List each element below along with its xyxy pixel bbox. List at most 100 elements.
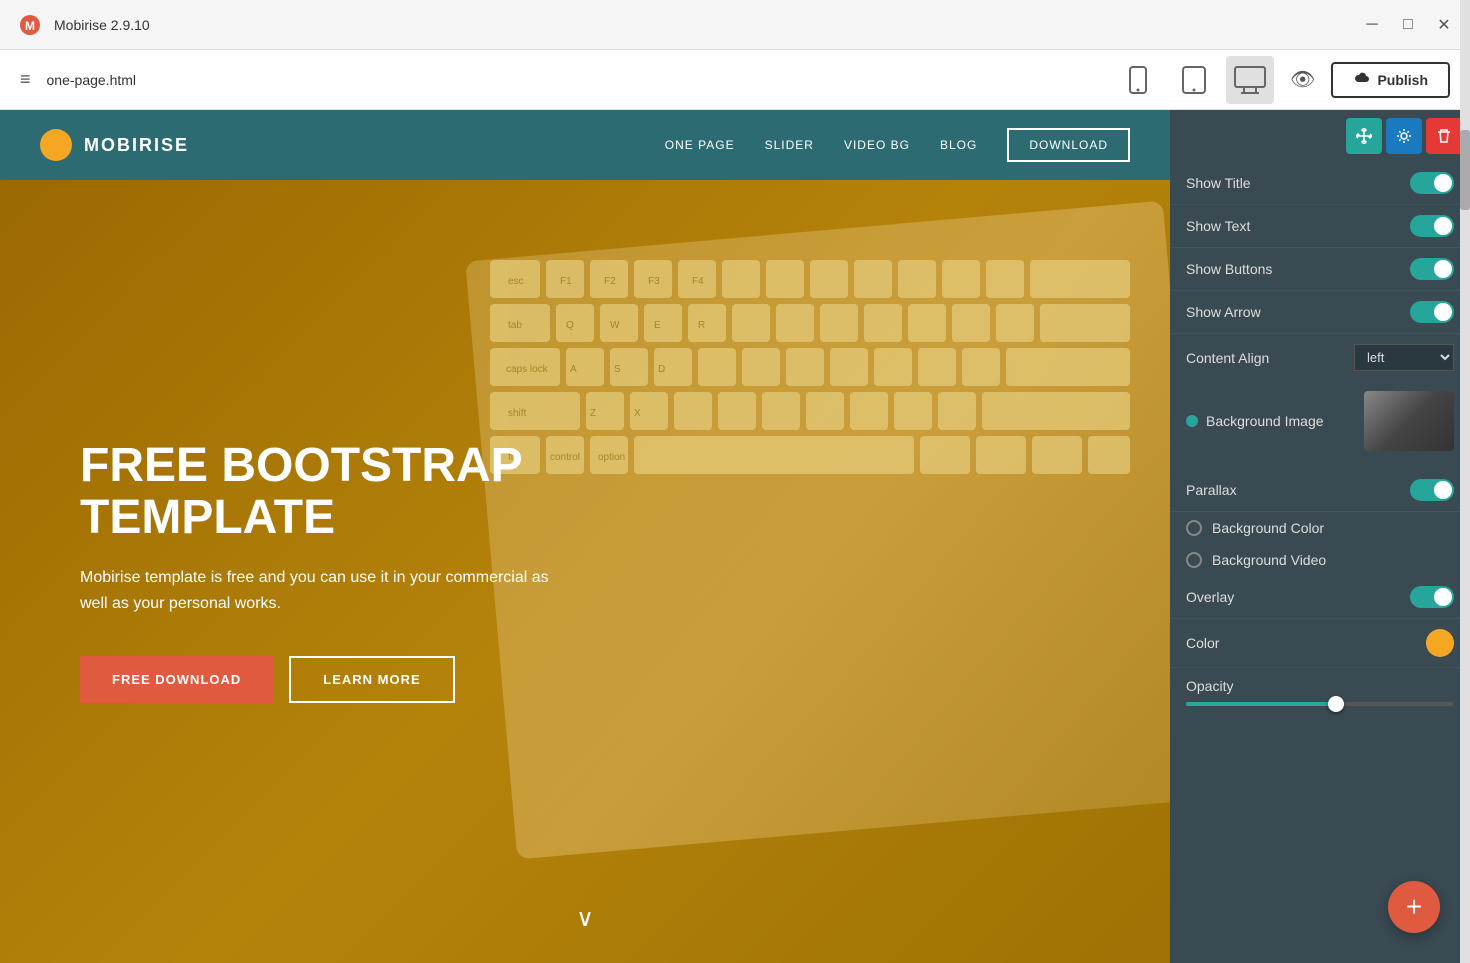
settings-icon bbox=[1396, 128, 1412, 144]
show-arrow-row: Show Arrow bbox=[1170, 291, 1470, 334]
svg-text:caps lock: caps lock bbox=[506, 364, 549, 375]
content-align-select[interactable]: left center right bbox=[1354, 344, 1454, 371]
delete-icon bbox=[1437, 128, 1451, 144]
device-switcher bbox=[1114, 56, 1274, 104]
show-arrow-toggle[interactable] bbox=[1410, 301, 1454, 323]
panel-delete-button[interactable] bbox=[1426, 118, 1462, 154]
hero-subtitle: Mobirise template is free and you can us… bbox=[80, 565, 580, 616]
svg-text:Q: Q bbox=[566, 320, 574, 331]
svg-text:W: W bbox=[610, 320, 620, 331]
app-title: Mobirise 2.9.10 bbox=[54, 17, 1352, 33]
site-nav: MOBIRISE ONE PAGE SLIDER VIDEO BG BLOG D… bbox=[0, 110, 1170, 180]
app-content: MOBIRISE ONE PAGE SLIDER VIDEO BG BLOG D… bbox=[0, 110, 1470, 963]
add-section-button[interactable]: + bbox=[1388, 881, 1440, 933]
learn-more-button[interactable]: LEARN MORE bbox=[289, 656, 454, 703]
hero-content: FREE BOOTSTRAP TEMPLATE Mobirise templat… bbox=[80, 440, 580, 704]
bg-image-active-dot bbox=[1186, 415, 1198, 427]
title-bar: M Mobirise 2.9.10 ─ □ ✕ bbox=[0, 0, 1470, 50]
parallax-toggle[interactable] bbox=[1410, 479, 1454, 501]
color-row: Color bbox=[1170, 619, 1470, 668]
close-button[interactable]: ✕ bbox=[1434, 15, 1454, 35]
panel-toolbar bbox=[1170, 110, 1470, 162]
svg-text:tab: tab bbox=[508, 320, 522, 331]
show-title-toggle[interactable] bbox=[1410, 172, 1454, 194]
opacity-row: Opacity bbox=[1170, 668, 1470, 716]
opacity-slider-thumb[interactable] bbox=[1328, 696, 1344, 712]
bg-video-row: Background Video bbox=[1170, 544, 1470, 576]
nav-link-slider[interactable]: SLIDER bbox=[765, 138, 814, 152]
free-download-button[interactable]: FREE DOWNLOAD bbox=[80, 656, 273, 703]
nav-download-button[interactable]: DOWNLOAD bbox=[1007, 128, 1130, 162]
bg-video-label: Background Video bbox=[1212, 552, 1326, 568]
show-buttons-toggle[interactable] bbox=[1410, 258, 1454, 280]
svg-text:S: S bbox=[614, 364, 621, 375]
desktop-view-button[interactable] bbox=[1226, 56, 1274, 104]
svg-text:R: R bbox=[698, 320, 705, 331]
panel-settings-button[interactable] bbox=[1386, 118, 1422, 154]
site-nav-links: ONE PAGE SLIDER VIDEO BG BLOG DOWNLOAD bbox=[665, 128, 1130, 162]
hero-title: FREE BOOTSTRAP TEMPLATE bbox=[80, 440, 580, 546]
svg-text:Z: Z bbox=[590, 408, 596, 419]
filename-label: one-page.html bbox=[47, 72, 1099, 88]
minimize-button[interactable]: ─ bbox=[1362, 15, 1382, 35]
bg-color-label: Background Color bbox=[1212, 520, 1324, 536]
content-align-label: Content Align bbox=[1186, 350, 1346, 366]
hero-section: esc F1 F2 F3 F4 tab Q W E R caps lock A … bbox=[0, 180, 1170, 963]
preview-area: MOBIRISE ONE PAGE SLIDER VIDEO BG BLOG D… bbox=[0, 110, 1170, 963]
parallax-row: Parallax bbox=[1170, 469, 1470, 512]
cloud-icon bbox=[1353, 72, 1369, 88]
opacity-slider-track[interactable] bbox=[1186, 702, 1454, 706]
keyboard-illustration: esc F1 F2 F3 F4 tab Q W E R caps lock A … bbox=[490, 260, 1130, 820]
show-buttons-label: Show Buttons bbox=[1186, 261, 1402, 277]
show-title-label: Show Title bbox=[1186, 175, 1402, 191]
svg-text:A: A bbox=[570, 364, 577, 375]
app-icon: M bbox=[16, 11, 44, 39]
opacity-label: Opacity bbox=[1186, 678, 1454, 694]
svg-text:E: E bbox=[654, 320, 661, 331]
nav-link-one-page[interactable]: ONE PAGE bbox=[665, 138, 735, 152]
svg-text:F2: F2 bbox=[604, 276, 616, 287]
hero-arrow-button[interactable]: ∨ bbox=[576, 904, 594, 933]
parallax-label: Parallax bbox=[1186, 482, 1402, 498]
color-label: Color bbox=[1186, 635, 1418, 651]
overlay-label: Overlay bbox=[1186, 589, 1402, 605]
settings-panel: Show Title Show Text Show Buttons Show A… bbox=[1170, 110, 1470, 963]
svg-text:shift: shift bbox=[508, 408, 527, 419]
bg-image-thumbnail[interactable] bbox=[1364, 391, 1454, 451]
show-text-row: Show Text bbox=[1170, 205, 1470, 248]
panel-move-button[interactable] bbox=[1346, 118, 1382, 154]
content-align-row: Content Align left center right bbox=[1170, 334, 1470, 381]
svg-text:F4: F4 bbox=[692, 276, 704, 287]
svg-text:option: option bbox=[598, 452, 625, 463]
bg-image-label: Background Image bbox=[1206, 413, 1324, 429]
opacity-slider-fill bbox=[1186, 702, 1333, 706]
overlay-toggle[interactable] bbox=[1410, 586, 1454, 608]
svg-text:X: X bbox=[634, 408, 641, 419]
bg-image-row: Background Image bbox=[1170, 381, 1470, 469]
color-picker-swatch[interactable] bbox=[1426, 629, 1454, 657]
mobile-view-button[interactable] bbox=[1114, 56, 1162, 104]
nav-link-blog[interactable]: BLOG bbox=[940, 138, 977, 152]
svg-text:D: D bbox=[658, 364, 665, 375]
publish-button[interactable]: Publish bbox=[1331, 62, 1450, 98]
bg-color-radio[interactable] bbox=[1186, 520, 1202, 536]
show-text-toggle[interactable] bbox=[1410, 215, 1454, 237]
overlay-row: Overlay bbox=[1170, 576, 1470, 619]
nav-link-video-bg[interactable]: VIDEO BG bbox=[844, 138, 910, 152]
hero-buttons: FREE DOWNLOAD LEARN MORE bbox=[80, 656, 580, 703]
show-buttons-row: Show Buttons bbox=[1170, 248, 1470, 291]
bg-video-radio[interactable] bbox=[1186, 552, 1202, 568]
menu-icon[interactable]: ≡ bbox=[20, 69, 31, 90]
toolbar-right: 👁 Publish bbox=[1290, 62, 1450, 98]
svg-text:M: M bbox=[25, 19, 35, 33]
preview-button[interactable]: 👁 bbox=[1290, 67, 1315, 92]
logo-dot bbox=[40, 129, 72, 161]
show-title-row: Show Title bbox=[1170, 162, 1470, 205]
toolbar: ≡ one-page.html 👁 Publish bbox=[0, 50, 1470, 110]
scroll-thumb[interactable] bbox=[1460, 130, 1470, 210]
move-icon bbox=[1356, 128, 1372, 144]
tablet-view-button[interactable] bbox=[1170, 56, 1218, 104]
show-text-label: Show Text bbox=[1186, 218, 1402, 234]
restore-button[interactable]: □ bbox=[1398, 15, 1418, 35]
scroll-indicator bbox=[1460, 0, 1470, 963]
